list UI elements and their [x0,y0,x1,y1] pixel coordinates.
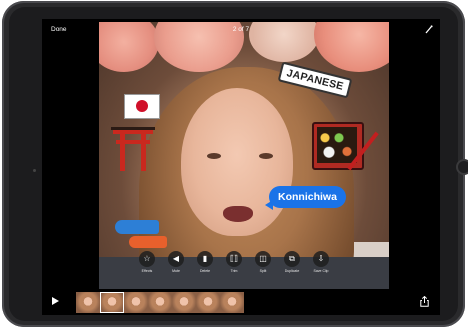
mouth [223,206,253,222]
tool-label: Split [259,269,267,273]
duplicate-button[interactable]: ⧉ Duplicate [281,251,303,281]
koi-flag-sticker[interactable] [129,236,167,248]
delete-button[interactable]: ▮ Delete [194,251,216,281]
play-icon[interactable] [52,297,59,305]
torii-gate-sticker[interactable] [111,125,155,171]
filmstrip[interactable] [76,292,246,313]
tool-label: Save Clip [313,269,329,273]
filmstrip-frame[interactable] [196,292,220,313]
split-icon: ◫ [255,251,271,267]
speech-bubble-sticker[interactable]: Konnichiwa [269,186,346,208]
tool-label: Effects [141,269,153,273]
split-button[interactable]: ◫ Split [252,251,274,281]
eye [259,153,273,159]
front-camera [33,169,36,172]
trim-button[interactable]: ⟦⟧ Trim [223,251,245,281]
tool-label: Mute [172,269,180,273]
japan-flag-sticker[interactable] [124,94,160,119]
filmstrip-frame[interactable] [76,292,100,313]
tool-label: Trim [230,269,238,273]
bottom-bar [42,289,440,315]
star-icon: ☆ [139,251,155,267]
save-clip-button[interactable]: ⇩ Save Clip [310,251,332,281]
filmstrip-frame[interactable] [220,292,244,313]
eye [207,153,221,159]
filmstrip-frame[interactable] [148,292,172,313]
koi-flag-sticker[interactable] [115,220,159,234]
mute-button[interactable]: ◀ Mute [165,251,187,281]
filmstrip-frame[interactable] [172,292,196,313]
speaker-icon: ◀ [168,251,184,267]
trash-icon: ▮ [197,251,213,267]
top-bar: Done 2 of 7 [42,19,440,41]
share-icon[interactable] [420,296,429,307]
filmstrip-frame-selected[interactable] [100,292,124,313]
edit-toolbar: ☆ Effects ◀ Mute ▮ Delete ⟦⟧ Trim ◫ Spli… [136,251,346,281]
app-screen: JAPANESE Konnichiwa Done 2 of 7 ☆ Effect… [42,19,440,315]
clip-counter: 2 of 7 [232,26,250,33]
tool-label: Duplicate [284,269,300,273]
magic-wand-icon[interactable] [425,25,433,34]
save-icon: ⇩ [313,251,329,267]
duplicate-icon: ⧉ [284,251,300,267]
effects-button[interactable]: ☆ Effects [136,251,158,281]
trim-icon: ⟦⟧ [226,251,242,267]
filmstrip-frame[interactable] [124,292,148,313]
home-button[interactable] [456,159,468,175]
tool-label: Delete [199,269,211,273]
